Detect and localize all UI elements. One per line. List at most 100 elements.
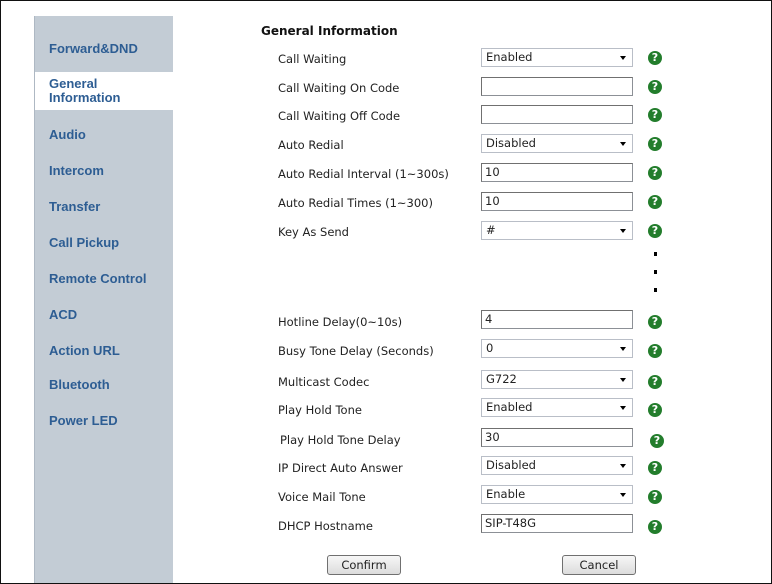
sidebar-item-label: Action URL	[49, 342, 120, 358]
call-waiting-on-code-label: Call Waiting On Code	[278, 81, 400, 95]
sidebar-item-label: Intercom	[49, 162, 104, 178]
help-icon[interactable]: ?	[648, 375, 662, 389]
busy-tone-delay-label: Busy Tone Delay (Seconds)	[278, 344, 434, 358]
help-icon[interactable]: ?	[648, 461, 662, 475]
sidebar-item-acd[interactable]: ACD	[35, 296, 173, 332]
sidebar-item-label: Call Pickup	[49, 234, 120, 250]
help-icon[interactable]: ?	[648, 166, 662, 180]
play-hold-tone-value: Enabled	[486, 400, 533, 414]
dhcp-hostname-label: DHCP Hostname	[278, 519, 373, 533]
sidebar-item-call-pickup[interactable]: Call Pickup	[35, 224, 173, 260]
play-hold-tone-delay-input[interactable]: 30	[481, 428, 633, 447]
help-icon[interactable]: ?	[650, 434, 664, 448]
call-waiting-value: Enabled	[486, 50, 533, 64]
call-waiting-off-code-label: Call Waiting Off Code	[278, 109, 401, 123]
play-hold-tone-select[interactable]: Enabled	[481, 398, 633, 417]
ip-direct-auto-answer-row: IP Direct Auto Answer Disabled ?	[172, 456, 770, 478]
help-icon[interactable]: ?	[648, 344, 662, 358]
call-waiting-label: Call Waiting	[278, 52, 347, 66]
ip-direct-auto-answer-label: IP Direct Auto Answer	[278, 461, 403, 475]
play-hold-tone-row: Play Hold Tone Enabled ?	[172, 398, 770, 420]
help-icon[interactable]: ?	[648, 403, 662, 417]
section-title: General Information	[261, 24, 398, 38]
sidebar-item-intercom[interactable]: Intercom	[35, 152, 173, 188]
play-hold-tone-delay-label: Play Hold Tone Delay	[280, 433, 401, 447]
help-icon[interactable]: ?	[648, 80, 662, 94]
help-icon[interactable]: ?	[648, 315, 662, 329]
sidebar-item-label: Transfer	[49, 198, 101, 214]
help-icon[interactable]: ?	[648, 137, 662, 151]
sidebar-item-action-url[interactable]: Action URL	[35, 332, 173, 368]
sidebar-item-label: Power LED	[49, 412, 118, 428]
chevron-down-icon	[620, 347, 626, 351]
help-icon[interactable]: ?	[648, 224, 662, 238]
sidebar-item-remote-control[interactable]: Remote Control	[35, 260, 173, 296]
sidebar-item-transfer[interactable]: Transfer	[35, 188, 173, 224]
key-as-send-select[interactable]: #	[481, 221, 633, 240]
auto-redial-interval-row: Auto Redial Interval (1~300s) 10 ?	[172, 163, 770, 185]
auto-redial-times-row: Auto Redial Times (1~300) 10 ?	[172, 192, 770, 214]
auto-redial-times-label: Auto Redial Times (1~300)	[278, 196, 433, 210]
auto-redial-interval-input[interactable]: 10	[481, 163, 633, 182]
sidebar-item-label: ACD	[49, 306, 78, 322]
ip-direct-auto-answer-value: Disabled	[486, 458, 536, 472]
multicast-codec-select[interactable]: G722	[481, 370, 633, 389]
sidebar-item-label: Remote Control	[49, 270, 147, 286]
ellipsis-dot	[654, 270, 657, 274]
sidebar-item-general-information[interactable]: General Information	[35, 72, 173, 110]
help-icon[interactable]: ?	[648, 108, 662, 122]
help-icon[interactable]: ?	[648, 520, 662, 534]
hotline-delay-label: Hotline Delay(0~10s)	[278, 315, 403, 329]
busy-tone-delay-select[interactable]: 0	[481, 339, 633, 358]
call-waiting-off-code-row: Call Waiting Off Code ?	[172, 105, 770, 127]
sidebar-item-power-led[interactable]: Power LED	[35, 402, 173, 438]
help-icon[interactable]: ?	[648, 195, 662, 209]
voice-mail-tone-select[interactable]: Enable	[481, 485, 633, 504]
auto-redial-times-input[interactable]: 10	[481, 192, 633, 211]
call-waiting-on-code-row: Call Waiting On Code ?	[172, 77, 770, 99]
ip-direct-auto-answer-select[interactable]: Disabled	[481, 456, 633, 475]
sidebar-nav: Forward&DND General Information Audio In…	[34, 16, 173, 583]
multicast-codec-value: G722	[486, 372, 517, 386]
key-as-send-label: Key As Send	[278, 225, 349, 239]
chevron-down-icon	[620, 493, 626, 497]
multicast-codec-row: Multicast Codec G722 ?	[172, 370, 770, 392]
sidebar-item-bluetooth[interactable]: Bluetooth	[35, 366, 173, 402]
chevron-down-icon	[620, 229, 626, 233]
busy-tone-delay-row: Busy Tone Delay (Seconds) 0 ?	[172, 339, 770, 361]
play-hold-tone-label: Play Hold Tone	[278, 403, 362, 417]
settings-panel: General Information Call Waiting Enabled…	[172, 16, 772, 584]
chevron-down-icon	[620, 142, 626, 146]
auto-redial-row: Auto Redial Disabled ?	[172, 134, 770, 156]
voice-mail-tone-row: Voice Mail Tone Enable ?	[172, 485, 770, 507]
dhcp-hostname-row: DHCP Hostname SIP-T48G ?	[172, 514, 770, 536]
confirm-button[interactable]: Confirm	[327, 555, 401, 575]
chevron-down-icon	[620, 378, 626, 382]
key-as-send-row: Key As Send # ?	[172, 221, 770, 243]
sidebar-item-label: Forward&DND	[49, 40, 138, 56]
chevron-down-icon	[620, 406, 626, 410]
sidebar-item-audio[interactable]: Audio	[35, 116, 173, 152]
play-hold-tone-delay-row: Play Hold Tone Delay 30 ?	[172, 428, 770, 450]
auto-redial-value: Disabled	[486, 136, 536, 150]
auto-redial-select[interactable]: Disabled	[481, 134, 633, 153]
sidebar-item-label: Bluetooth	[49, 376, 110, 392]
dhcp-hostname-input[interactable]: SIP-T48G	[481, 514, 633, 533]
help-icon[interactable]: ?	[648, 490, 662, 504]
multicast-codec-label: Multicast Codec	[278, 375, 370, 389]
ellipsis-dot	[654, 252, 657, 256]
call-waiting-row: Call Waiting Enabled ?	[172, 48, 770, 70]
hotline-delay-input[interactable]: 4	[481, 310, 633, 329]
call-waiting-on-code-input[interactable]	[481, 77, 633, 96]
auto-redial-label: Auto Redial	[278, 138, 344, 152]
call-waiting-select[interactable]: Enabled	[481, 48, 633, 67]
chevron-down-icon	[620, 464, 626, 468]
sidebar-item-label: General Information	[49, 76, 121, 105]
ellipsis-dot	[654, 288, 657, 292]
cancel-button[interactable]: Cancel	[562, 555, 636, 575]
call-waiting-off-code-input[interactable]	[481, 105, 633, 124]
sidebar-item-forward-dnd[interactable]: Forward&DND	[35, 30, 173, 66]
hotline-delay-row: Hotline Delay(0~10s) 4 ?	[172, 310, 770, 332]
help-icon[interactable]: ?	[648, 51, 662, 65]
voice-mail-tone-label: Voice Mail Tone	[278, 490, 366, 504]
